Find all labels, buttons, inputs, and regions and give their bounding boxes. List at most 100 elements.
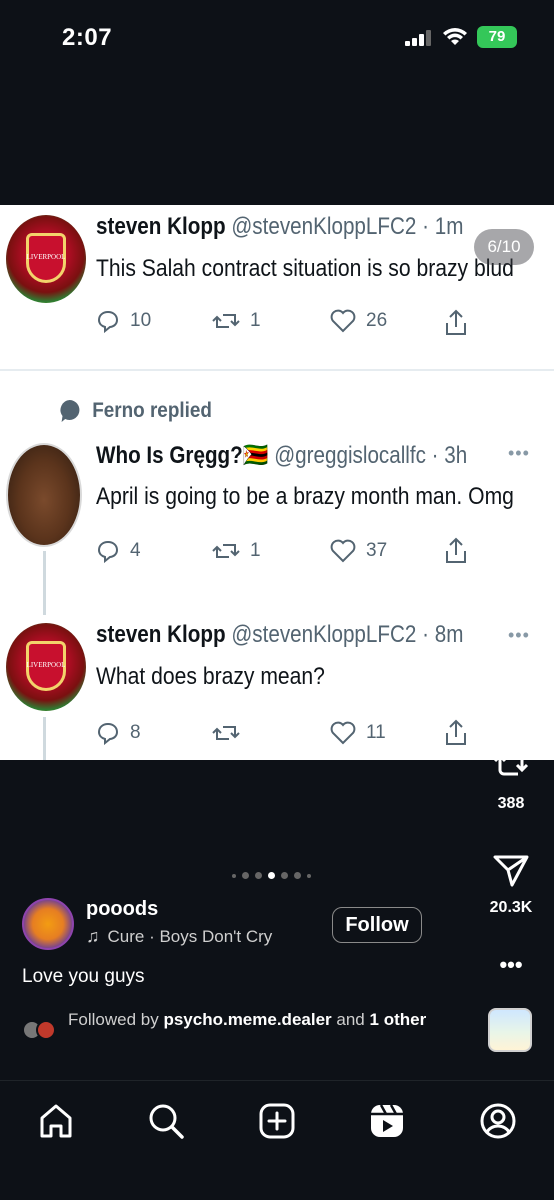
comment-count: 138 (497, 691, 525, 708)
more-options-icon: ••• (499, 952, 523, 977)
lfc-avatar: LIVERPOOL (6, 215, 86, 303)
author-handle: @stevenKloppLFC2 (231, 621, 417, 648)
tweet-screenshot[interactable]: LIVERPOOL steven Klopp @stevenKloppLFC2 … (0, 205, 554, 760)
music-note-icon: ♫ (86, 926, 100, 946)
post-caption[interactable]: Love you guys (22, 966, 145, 988)
home-icon[interactable] (36, 1101, 76, 1141)
tweet-author: steven Klopp @stevenKloppLFC2 · 1m (96, 213, 463, 241)
author-name: steven Klopp (96, 621, 226, 648)
like-count-value: 11 (366, 722, 386, 743)
followed-count: 1 (369, 1010, 379, 1029)
avatar (36, 1020, 56, 1040)
retweet-icon (212, 726, 240, 740)
create-post-icon[interactable] (257, 1101, 297, 1141)
reply-count: 4 (96, 539, 141, 563)
wifi-icon (443, 28, 467, 45)
gregg-avatar (6, 443, 82, 547)
retweet-count (212, 721, 250, 745)
reply-count-value: 8 (130, 722, 141, 743)
crest-text: LIVERPOOL (26, 253, 66, 261)
author-username[interactable]: pooods (86, 898, 158, 921)
comment-icon (491, 643, 529, 680)
carousel-dot (294, 872, 301, 879)
battery-indicator: 79 (477, 26, 517, 48)
cellular-signal-icon (405, 30, 431, 46)
music-info[interactable]: ♫ Cure · Boys Don't Cry (86, 926, 316, 947)
tweet-author: steven Klopp @stevenKloppLFC2 · 8m (96, 621, 463, 649)
like-count-value: 26 (366, 310, 388, 331)
comment-button[interactable]: 138 (481, 642, 541, 709)
more-options-icon[interactable]: ••• (508, 443, 530, 464)
like-count: 37 (330, 539, 387, 563)
share-button[interactable]: 20.3K (481, 852, 541, 917)
retweet-count: 1 (212, 539, 261, 563)
reply-icon (97, 540, 119, 563)
author-avatar[interactable] (22, 898, 74, 950)
replied-label: Ferno replied (92, 399, 212, 422)
reply-icon (97, 722, 119, 745)
like-button[interactable]: 27.4K (481, 540, 541, 605)
profile-icon[interactable] (478, 1101, 518, 1141)
share-icon (446, 719, 466, 745)
retweet-count-value: 1 (250, 540, 261, 561)
status-bar: 2:07 79 (0, 0, 554, 72)
tweet-time: · 8m (422, 621, 464, 648)
tweet-time: · 1m (422, 213, 464, 240)
repost-button[interactable]: 388 (481, 742, 541, 813)
follow-button[interactable]: Follow (332, 907, 422, 943)
followed-by-text[interactable]: Followed by psycho.meme.dealer and 1 oth… (68, 1010, 448, 1030)
music-track: Cure · Boys Don't Cry (107, 926, 273, 946)
share-icon (446, 537, 466, 563)
more-options-button[interactable]: ••• (481, 952, 541, 978)
carousel-dot (232, 873, 236, 878)
retweet-icon (212, 544, 240, 558)
author-name: Who Is Gręgg?🇿🇼 (96, 442, 269, 469)
heart-icon (492, 540, 530, 576)
thread-line (43, 551, 46, 615)
bottom-navigation (0, 1080, 554, 1200)
followed-user: psycho.meme.dealer (163, 1010, 332, 1029)
heart-icon (330, 721, 356, 745)
search-icon[interactable] (146, 1101, 186, 1141)
carousel-dot (242, 872, 249, 879)
share-icon (446, 309, 466, 335)
tweet-text: This Salah contract situation is so braz… (96, 255, 514, 282)
followed-and: and (336, 1010, 365, 1029)
retweet-count-value: 1 (250, 310, 261, 331)
carousel-indicator (232, 872, 311, 879)
repost-icon (493, 750, 529, 776)
reply-count-value: 10 (130, 310, 152, 331)
followed-prefix: Followed by (68, 1010, 159, 1029)
tweet-text: What does brazy mean? (96, 663, 325, 690)
like-count: 11 (330, 721, 386, 745)
carousel-dot (307, 873, 311, 878)
followed-suffix: other (383, 1010, 427, 1029)
battery-level: 79 (488, 28, 506, 45)
reels-icon[interactable] (367, 1101, 407, 1141)
audio-thumbnail[interactable] (488, 1008, 532, 1052)
repost-count: 388 (497, 795, 525, 812)
author-name: steven Klopp (96, 213, 226, 240)
share-count: 20.3K (489, 899, 533, 916)
speech-bubble-icon (60, 400, 80, 422)
like-count-value: 37 (366, 540, 388, 561)
send-icon (493, 855, 529, 887)
follower-avatars (22, 1018, 62, 1042)
reply-count: 8 (96, 721, 141, 745)
carousel-dot (255, 872, 262, 879)
carousel-dot (281, 872, 288, 879)
lfc-avatar: LIVERPOOL (6, 623, 86, 711)
heart-icon (330, 539, 356, 563)
heart-icon (330, 309, 356, 333)
carousel-dot-active (268, 872, 275, 879)
crest-text: LIVERPOOL (26, 661, 66, 669)
like-count: 26 (330, 309, 387, 333)
retweet-count: 1 (212, 309, 261, 333)
tweet-time: · 3h (431, 442, 468, 469)
reply-icon (97, 310, 119, 333)
divider (0, 369, 554, 371)
tweet-text: April is going to be a brazy month man. … (96, 483, 514, 510)
replied-indicator: Ferno replied (58, 398, 212, 424)
clock: 2:07 (62, 24, 113, 51)
reply-count-value: 4 (130, 540, 141, 561)
